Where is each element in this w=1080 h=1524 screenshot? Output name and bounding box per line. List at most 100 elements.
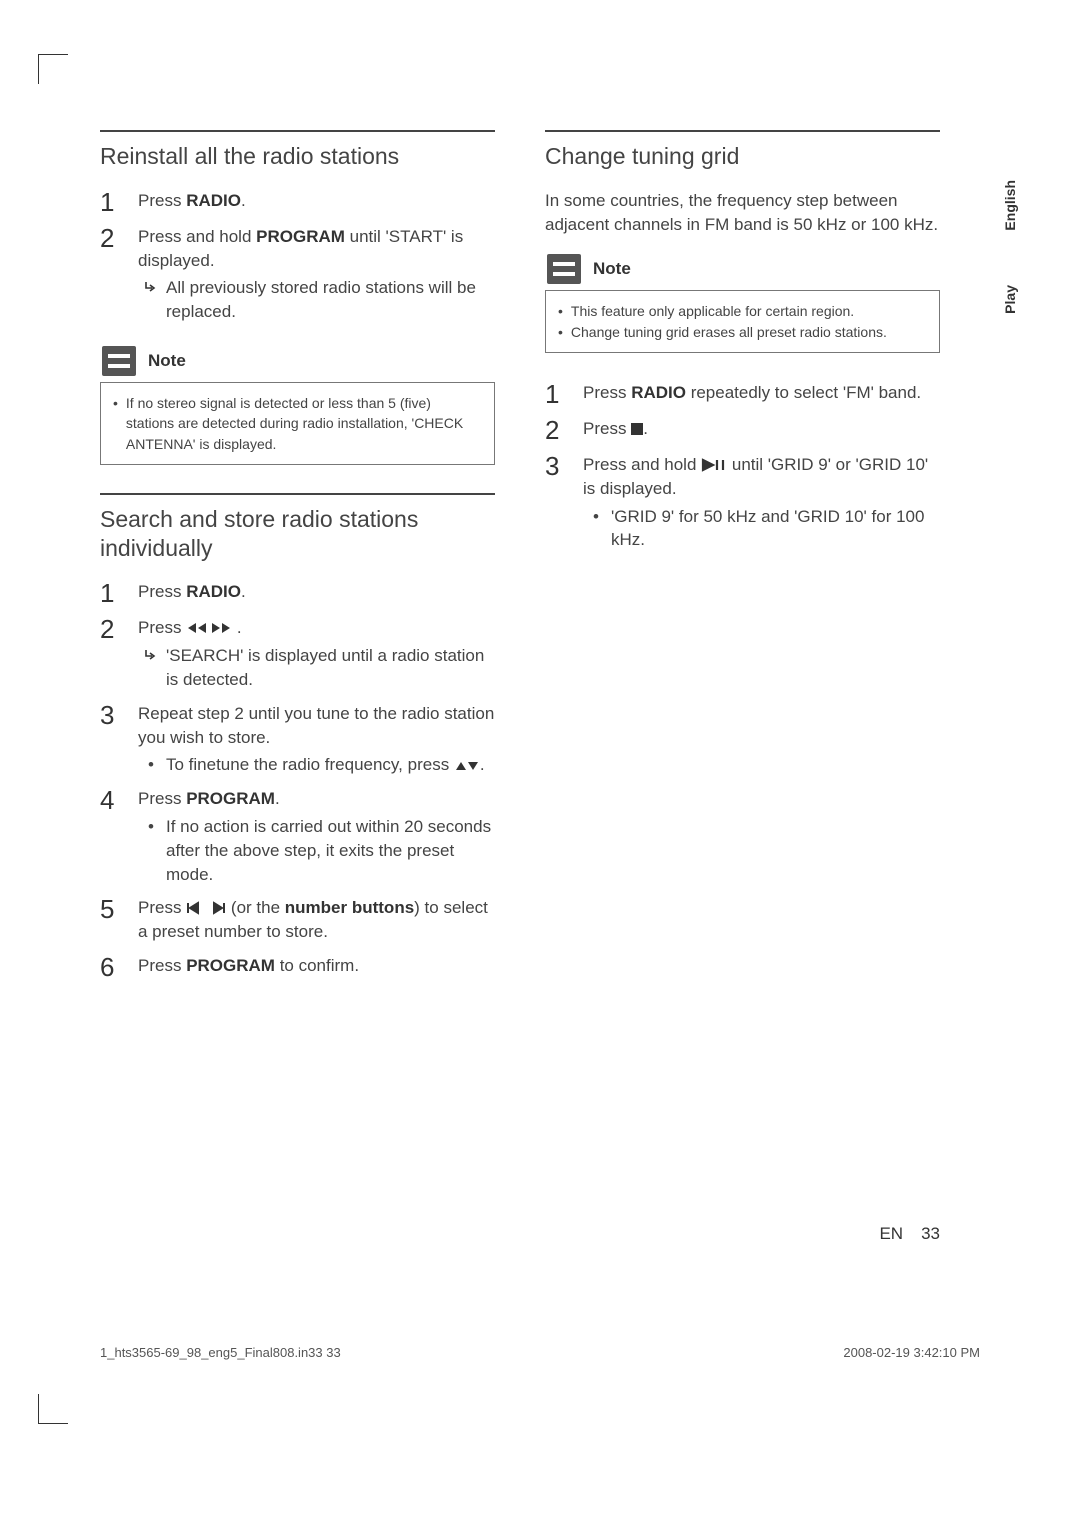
step-2: 2 Press . bbox=[545, 417, 940, 443]
text-bold: PROGRAM bbox=[186, 956, 275, 975]
text: . bbox=[237, 618, 242, 637]
step-number: 3 bbox=[100, 702, 124, 777]
step-body: Press and hold PROGRAM until 'START' is … bbox=[138, 225, 495, 324]
lang-code: EN bbox=[879, 1224, 903, 1243]
result-arrow-icon bbox=[144, 280, 158, 294]
step-number: 2 bbox=[100, 616, 124, 691]
stop-icon bbox=[631, 423, 643, 435]
up-down-icon bbox=[454, 760, 480, 772]
page-number: EN 33 bbox=[879, 1224, 940, 1244]
right-column: Change tuning grid In some countries, th… bbox=[545, 130, 940, 1002]
intro-text: In some countries, the frequency step be… bbox=[545, 189, 940, 237]
text: . bbox=[480, 755, 485, 774]
text: If no action is carried out within 20 se… bbox=[166, 815, 495, 886]
step-number: 1 bbox=[100, 189, 124, 215]
step-body: Press RADIO. bbox=[138, 189, 495, 215]
text: Press bbox=[138, 191, 186, 210]
note-icon bbox=[547, 254, 581, 284]
note-box: This feature only applicable for certain… bbox=[545, 290, 940, 353]
step-body: Press and hold until 'GRID 9' or 'GRID 1… bbox=[583, 453, 940, 552]
note-item: Change tuning grid erases all preset rad… bbox=[558, 322, 927, 342]
step-number: 2 bbox=[545, 417, 569, 443]
note-grid: Note This feature only applicable for ce… bbox=[545, 254, 940, 353]
page-num: 33 bbox=[921, 1224, 940, 1243]
sub-bullet: • 'GRID 9' for 50 kHz and 'GRID 10' for … bbox=[583, 505, 940, 553]
step-3: 3 Repeat step 2 until you tune to the ra… bbox=[100, 702, 495, 777]
section-title-reinstall: Reinstall all the radio stations bbox=[100, 130, 495, 171]
step-body: Press RADIO. bbox=[138, 580, 495, 606]
bullet-icon: • bbox=[589, 505, 603, 553]
bullet-icon: • bbox=[144, 815, 158, 886]
text: Press bbox=[138, 956, 186, 975]
note-header: Note bbox=[102, 346, 495, 376]
step-number: 3 bbox=[545, 453, 569, 552]
step-body: Press RADIO repeatedly to select 'FM' ba… bbox=[583, 381, 940, 407]
text: Press bbox=[583, 419, 631, 438]
step-body: Press PROGRAM to confirm. bbox=[138, 954, 495, 980]
text: to confirm. bbox=[275, 956, 359, 975]
sub-result: All previously stored radio stations wil… bbox=[138, 276, 495, 324]
text: To finetune the radio frequency, press . bbox=[166, 753, 485, 777]
text-bold: RADIO bbox=[186, 582, 241, 601]
prev-next-icon bbox=[186, 901, 226, 915]
step-2: 2 Press and hold PROGRAM until 'START' i… bbox=[100, 225, 495, 324]
text: . bbox=[241, 191, 246, 210]
step-number: 1 bbox=[100, 580, 124, 606]
result-arrow-icon bbox=[144, 648, 158, 662]
text-bold: PROGRAM bbox=[256, 227, 345, 246]
side-tabs: English Play bbox=[1002, 180, 1018, 313]
step-number: 2 bbox=[100, 225, 124, 324]
note-header: Note bbox=[547, 254, 940, 284]
text: repeatedly to select 'FM' band. bbox=[686, 383, 921, 402]
note-item: If no stereo signal is detected or less … bbox=[113, 393, 482, 454]
note-icon bbox=[102, 346, 136, 376]
text-bold: number buttons bbox=[285, 898, 414, 917]
crop-mark-bl bbox=[38, 1394, 68, 1424]
text: Press bbox=[138, 618, 186, 637]
text-bold: RADIO bbox=[631, 383, 686, 402]
text: To finetune the radio frequency, press bbox=[166, 755, 454, 774]
steps-search: 1 Press RADIO. 2 Press . 'SEARCH' is dis… bbox=[100, 580, 495, 980]
step-body: Press (or the number buttons) to select … bbox=[138, 896, 495, 944]
text: 'GRID 9' for 50 kHz and 'GRID 10' for 10… bbox=[611, 505, 940, 553]
steps-grid: 1 Press RADIO repeatedly to select 'FM' … bbox=[545, 381, 940, 552]
step-body: Press . 'SEARCH' is displayed until a ra… bbox=[138, 616, 495, 691]
text: Press bbox=[138, 898, 186, 917]
left-column: Reinstall all the radio stations 1 Press… bbox=[100, 130, 495, 1002]
text: Change tuning grid erases all preset rad… bbox=[571, 322, 887, 342]
note-reinstall: Note If no stereo signal is detected or … bbox=[100, 346, 495, 465]
note-label: Note bbox=[593, 259, 631, 279]
text: If no stereo signal is detected or less … bbox=[126, 393, 482, 454]
text: Press bbox=[138, 789, 186, 808]
sub-bullet: • To finetune the radio frequency, press… bbox=[138, 753, 495, 777]
text: Press bbox=[583, 383, 631, 402]
step-number: 1 bbox=[545, 381, 569, 407]
steps-reinstall: 1 Press RADIO. 2 Press and hold PROGRAM … bbox=[100, 189, 495, 324]
tab-english: English bbox=[1002, 180, 1018, 231]
step-1: 1 Press RADIO. bbox=[100, 189, 495, 215]
step-4: 4 Press PROGRAM. • If no action is carri… bbox=[100, 787, 495, 886]
section-title-search: Search and store radio stations individu… bbox=[100, 493, 495, 563]
play-pause-icon bbox=[701, 458, 727, 472]
step-number: 4 bbox=[100, 787, 124, 886]
footer-file: 1_hts3565-69_98_eng5_Final808.in33 33 bbox=[100, 1345, 341, 1360]
note-item: This feature only applicable for certain… bbox=[558, 301, 927, 321]
section-title-grid: Change tuning grid bbox=[545, 130, 940, 171]
text: . bbox=[241, 582, 246, 601]
text: 'SEARCH' is displayed until a radio stat… bbox=[166, 644, 495, 692]
step-body: Repeat step 2 until you tune to the radi… bbox=[138, 702, 495, 777]
text: This feature only applicable for certain… bbox=[571, 301, 854, 321]
step-6: 6 Press PROGRAM to confirm. bbox=[100, 954, 495, 980]
text: . bbox=[275, 789, 280, 808]
step-2: 2 Press . 'SEARCH' is displayed until a … bbox=[100, 616, 495, 691]
step-number: 5 bbox=[100, 896, 124, 944]
text: Repeat step 2 until you tune to the radi… bbox=[138, 704, 494, 747]
page-content: Reinstall all the radio stations 1 Press… bbox=[100, 130, 940, 1002]
footer-time: 2008-02-19 3:42:10 PM bbox=[843, 1345, 980, 1360]
text: Press and hold bbox=[138, 227, 256, 246]
sub-result: 'SEARCH' is displayed until a radio stat… bbox=[138, 644, 495, 692]
step-5: 5 Press (or the number buttons) to selec… bbox=[100, 896, 495, 944]
text-bold: PROGRAM bbox=[186, 789, 275, 808]
text: Press bbox=[138, 582, 186, 601]
step-body: Press . bbox=[583, 417, 940, 443]
